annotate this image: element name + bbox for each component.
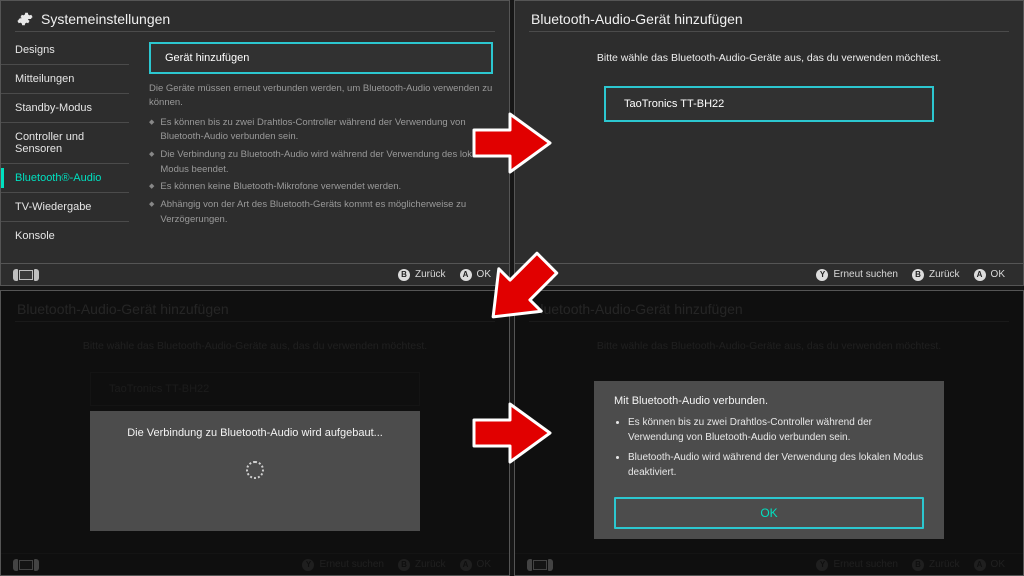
a-button-icon: A <box>974 559 986 571</box>
ok-button[interactable]: OK <box>614 497 924 529</box>
footer-back: BZurück <box>398 559 446 571</box>
a-button-icon: A <box>460 269 472 281</box>
console-icon <box>13 559 39 571</box>
pane-connecting: Bluetooth-Audio-Gerät hinzufügen Bitte w… <box>0 290 510 576</box>
footer: YErneut suchen BZurück AOK <box>515 553 1023 575</box>
footer-rescan: YErneut suchen <box>816 559 898 571</box>
footer-back: BZurück <box>912 559 960 571</box>
page-title-row: Bluetooth-Audio-Gerät hinzufügen <box>515 291 1023 321</box>
spinner-icon <box>246 461 264 479</box>
pane-system-settings: Systemeinstellungen Designs Mitteilungen… <box>0 0 510 286</box>
footer-ok: AOK <box>974 559 1005 571</box>
settings-main: Gerät hinzufügen Die Geräte müssen erneu… <box>129 32 509 263</box>
page-title: Bluetooth-Audio-Gerät hinzufügen <box>17 301 229 317</box>
page-title: Bluetooth-Audio-Gerät hinzufügen <box>531 301 743 317</box>
footer-back[interactable]: BZurück <box>398 269 446 281</box>
y-button-icon: Y <box>816 559 828 571</box>
sidebar-item-designs[interactable]: Designs <box>9 38 129 62</box>
connecting-modal: Die Verbindung zu Bluetooth-Audio wird a… <box>90 411 420 531</box>
sidebar-item-controllers[interactable]: Controller und Sensoren <box>9 125 129 161</box>
sidebar-item-tv[interactable]: TV-Wiedergabe <box>9 195 129 219</box>
connecting-text: Die Verbindung zu Bluetooth-Audio wird a… <box>127 427 383 439</box>
a-button-icon: A <box>460 559 472 571</box>
footer: YErneut suchen BZurück AOK <box>515 263 1023 285</box>
footer-rescan[interactable]: YErneut suchen <box>816 269 898 281</box>
gear-icon <box>17 11 33 27</box>
page-title-row: Bluetooth-Audio-Gerät hinzufügen <box>515 1 1023 31</box>
settings-sidebar: Designs Mitteilungen Standby-Modus Contr… <box>1 32 129 263</box>
page-title-row: Systemeinstellungen <box>1 1 509 31</box>
footer-ok[interactable]: AOK <box>974 269 1005 281</box>
connected-modal: Mit Bluetooth-Audio verbunden. Es können… <box>594 381 944 539</box>
b-button-icon: B <box>398 269 410 281</box>
choose-prompt: Bitte wähle das Bluetooth-Audio-Geräte a… <box>597 52 941 64</box>
footer-rescan: YErneut suchen <box>302 559 384 571</box>
page-title: Systemeinstellungen <box>41 11 170 27</box>
device-option[interactable]: TaoTronics TT-BH22 <box>604 86 934 122</box>
footer-ok[interactable]: AOK <box>460 269 491 281</box>
y-button-icon: Y <box>816 269 828 281</box>
footer: YErneut suchen BZurück AOK <box>1 553 509 575</box>
console-icon <box>527 269 553 281</box>
page-title: Bluetooth-Audio-Gerät hinzufügen <box>531 11 743 27</box>
connected-heading: Mit Bluetooth-Audio verbunden. <box>614 395 768 407</box>
console-icon <box>527 559 553 571</box>
sidebar-item-mitteilungen[interactable]: Mitteilungen <box>9 67 129 91</box>
b-button-icon: B <box>912 559 924 571</box>
a-button-icon: A <box>974 269 986 281</box>
footer-back[interactable]: BZurück <box>912 269 960 281</box>
console-icon <box>13 269 39 281</box>
pane-add-device: Bluetooth-Audio-Gerät hinzufügen Bitte w… <box>514 0 1024 286</box>
sidebar-item-console[interactable]: Konsole <box>9 224 129 248</box>
pane-connected: Bluetooth-Audio-Gerät hinzufügen Bitte w… <box>514 290 1024 576</box>
sidebar-item-bluetooth-audio[interactable]: Bluetooth®-Audio <box>9 166 129 190</box>
y-button-icon: Y <box>302 559 314 571</box>
connected-bullets: Es können bis zu zwei Drahtlos-Controlle… <box>614 415 924 485</box>
choose-prompt: Bitte wähle das Bluetooth-Audio-Geräte a… <box>597 340 941 352</box>
info-bullets: Es können bis zu zwei Drahtlos-Controlle… <box>149 116 493 231</box>
choose-prompt: Bitte wähle das Bluetooth-Audio-Geräte a… <box>83 340 427 352</box>
sidebar-item-standby[interactable]: Standby-Modus <box>9 96 129 120</box>
b-button-icon: B <box>398 559 410 571</box>
footer: BZurück AOK <box>1 263 509 285</box>
add-device-button[interactable]: Gerät hinzufügen <box>149 42 493 74</box>
device-option: TaoTronics TT-BH22 <box>90 372 420 406</box>
page-title-row: Bluetooth-Audio-Gerät hinzufügen <box>1 291 509 321</box>
reconnect-note: Die Geräte müssen erneut verbunden werde… <box>149 82 493 110</box>
footer-ok: AOK <box>460 559 491 571</box>
b-button-icon: B <box>912 269 924 281</box>
